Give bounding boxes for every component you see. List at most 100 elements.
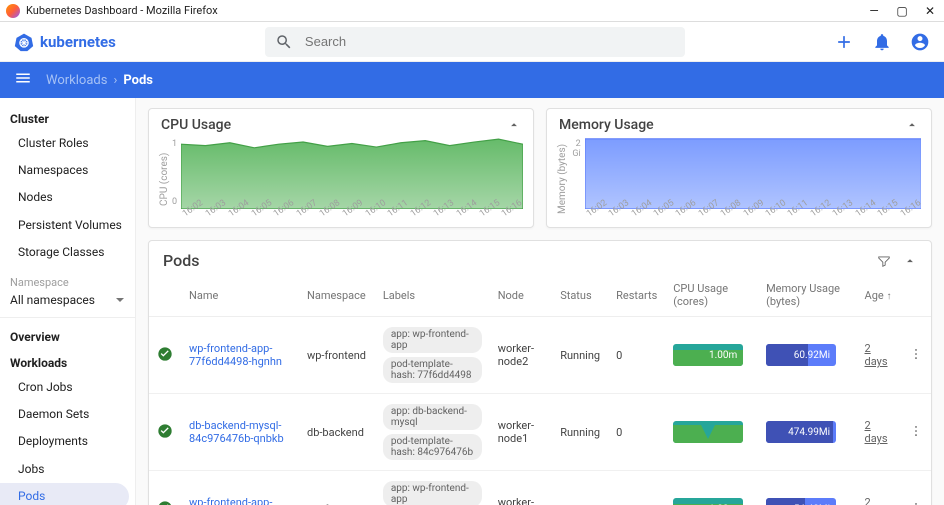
col-cpu[interactable]: CPU Usage (cores) xyxy=(665,276,758,317)
table-row: db-backend-mysql-84c976476b-qnbkb db-bac… xyxy=(149,394,931,471)
sidebar-item-namespaces[interactable]: Namespaces xyxy=(0,157,135,184)
sidebar-item-storage-classes[interactable]: Storage Classes xyxy=(0,239,135,266)
main-content[interactable]: CPU Usage CPU (cores) 1 0 16:0216:03 xyxy=(136,98,944,505)
pod-labels: app: wp-frontend-apppod-template-hash: 7… xyxy=(383,481,482,505)
sidebar-item-cluster-roles[interactable]: Cluster Roles xyxy=(0,130,135,157)
row-actions-button[interactable] xyxy=(901,394,931,471)
search-box[interactable] xyxy=(265,27,685,57)
label-chip: pod-template-hash: 84c976476b xyxy=(383,434,482,460)
pod-node: worker-node2 xyxy=(490,317,553,394)
pod-age[interactable]: 2 days xyxy=(865,496,888,505)
kubernetes-wheel-icon xyxy=(14,32,34,52)
row-actions-button[interactable] xyxy=(901,471,931,505)
collapse-icon[interactable] xyxy=(507,118,521,132)
pod-node: worker-node1 xyxy=(490,394,553,471)
mem-ylabel: Memory (bytes) xyxy=(557,137,568,221)
pods-table: Name Namespace Labels Node Status Restar… xyxy=(149,276,931,505)
mem-yticks: 2 Gi xyxy=(568,137,585,221)
pod-node: worker-node1 xyxy=(490,471,553,505)
label-chip: pod-template-hash: 77f6dd4498 xyxy=(383,357,482,383)
memory-usage-bar: 60.92Mi xyxy=(766,344,836,366)
notifications-icon[interactable] xyxy=(872,32,892,52)
create-resource-button[interactable] xyxy=(834,32,854,52)
label-chip: app: wp-frontend-app xyxy=(383,327,482,353)
sidebar-item-persistent-volumes[interactable]: Persistent Volumes xyxy=(0,212,135,239)
pods-title: Pods xyxy=(163,251,199,270)
account-icon[interactable] xyxy=(910,32,930,52)
breadcrumb: Workloads › Pods xyxy=(0,62,944,98)
col-age[interactable]: Age ↑ xyxy=(857,276,901,317)
label-chip: app: db-backend-mysql xyxy=(383,404,482,430)
pod-namespace: wp-frontend xyxy=(299,471,375,505)
memory-usage-bar: 474.99Mi xyxy=(766,421,836,443)
sidebar-item-cron-jobs[interactable]: Cron Jobs xyxy=(0,374,135,401)
col-labels[interactable]: Labels xyxy=(375,276,490,317)
sort-ascending-icon: ↑ xyxy=(886,291,891,302)
window-title: Kubernetes Dashboard - Mozilla Firefox xyxy=(26,4,218,17)
chevron-right-icon: › xyxy=(113,73,117,88)
pod-age[interactable]: 2 days xyxy=(865,419,888,445)
col-status[interactable]: Status xyxy=(552,276,608,317)
sidebar-item-pods[interactable]: Pods xyxy=(0,483,129,505)
namespace-label: Namespace xyxy=(0,266,135,291)
sidebar-item-nodes[interactable]: Nodes xyxy=(0,184,135,211)
window-close-button[interactable]: ✕ xyxy=(922,3,938,19)
window-restore-button[interactable]: ▢ xyxy=(894,3,910,19)
window-titlebar: Kubernetes Dashboard - Mozilla Firefox —… xyxy=(0,0,944,22)
collapse-icon[interactable] xyxy=(903,254,917,268)
cpu-yticks: 1 0 xyxy=(170,137,181,221)
breadcrumb-parent[interactable]: Workloads xyxy=(46,73,107,88)
pod-status: Running xyxy=(552,394,608,471)
search-input[interactable] xyxy=(305,34,675,49)
pod-name-link[interactable]: wp-frontend-app-77f6dd4498-hgnhn xyxy=(189,342,282,368)
namespace-selector[interactable]: All namespaces xyxy=(0,291,135,318)
col-name[interactable]: Name xyxy=(181,276,299,317)
table-row: wp-frontend-app-77f6dd4498-nfnz6 wp-fron… xyxy=(149,471,931,505)
pod-labels: app: wp-frontend-app pod-template-hash: 7… xyxy=(383,327,482,383)
mem-chart-title: Memory Usage xyxy=(559,117,654,133)
pod-labels: app: db-backend-mysql pod-template-hash: … xyxy=(383,404,482,460)
pod-status: Running xyxy=(552,471,608,505)
row-actions-button[interactable] xyxy=(901,317,931,394)
sidebar-item-jobs[interactable]: Jobs xyxy=(0,456,135,483)
window-minimize-button[interactable]: — xyxy=(866,3,882,19)
col-namespace[interactable]: Namespace xyxy=(299,276,375,317)
label-chip: app: wp-frontend-app xyxy=(383,481,482,505)
search-icon xyxy=(275,33,293,51)
sidebar-item-daemon-sets[interactable]: Daemon Sets xyxy=(0,401,135,428)
hamburger-menu-button[interactable] xyxy=(14,69,46,91)
sidebar-item-deployments[interactable]: Deployments xyxy=(0,428,135,455)
col-node[interactable]: Node xyxy=(490,276,553,317)
cpu-ylabel: CPU (cores) xyxy=(159,137,170,221)
col-mem[interactable]: Memory Usage (bytes) xyxy=(758,276,856,317)
pod-namespace: db-backend xyxy=(299,394,375,471)
cpu-xticks: 16:0216:0316:0416:0516:0616:0716:0816:09… xyxy=(181,209,523,221)
table-row: wp-frontend-app-77f6dd4498-hgnhn wp-fron… xyxy=(149,317,931,394)
sidebar-section-cluster: Cluster xyxy=(0,104,135,130)
pod-status: Running xyxy=(552,317,608,394)
cpu-usage-bar: 1.00m xyxy=(673,498,743,505)
status-running-icon xyxy=(157,429,173,442)
kubernetes-logo[interactable]: kubernetes xyxy=(14,32,116,52)
pod-name-link[interactable]: wp-frontend-app-77f6dd4498-nfnz6 xyxy=(189,496,279,505)
sidebar-item-overview[interactable]: Overview xyxy=(0,322,135,348)
pod-name-link[interactable]: db-backend-mysql-84c976476b-qnbkb xyxy=(189,419,284,445)
pod-restarts: 0 xyxy=(608,317,665,394)
cpu-usage-bar: 1.00m xyxy=(673,344,743,366)
pod-age[interactable]: 2 days xyxy=(865,342,888,368)
col-restarts[interactable]: Restarts xyxy=(608,276,665,317)
namespace-value: All namespaces xyxy=(10,293,95,307)
cpu-usage-bar xyxy=(673,421,743,443)
sidebar-section-workloads: Workloads xyxy=(0,348,135,374)
chevron-down-icon xyxy=(115,295,125,305)
status-running-icon xyxy=(157,352,173,365)
memory-usage-card: Memory Usage Memory (bytes) 2 Gi 16 xyxy=(546,108,932,228)
collapse-icon[interactable] xyxy=(905,118,919,132)
firefox-icon xyxy=(6,4,20,18)
memory-usage-bar: 54.40Mi xyxy=(766,498,836,505)
filter-icon[interactable] xyxy=(877,254,891,268)
pod-restarts: 0 xyxy=(608,394,665,471)
sidebar[interactable]: Cluster Cluster RolesNamespacesNodesPers… xyxy=(0,98,136,505)
brand-text: kubernetes xyxy=(40,33,116,51)
pods-card: Pods Name Namespace Labels Node Status R… xyxy=(148,240,932,505)
